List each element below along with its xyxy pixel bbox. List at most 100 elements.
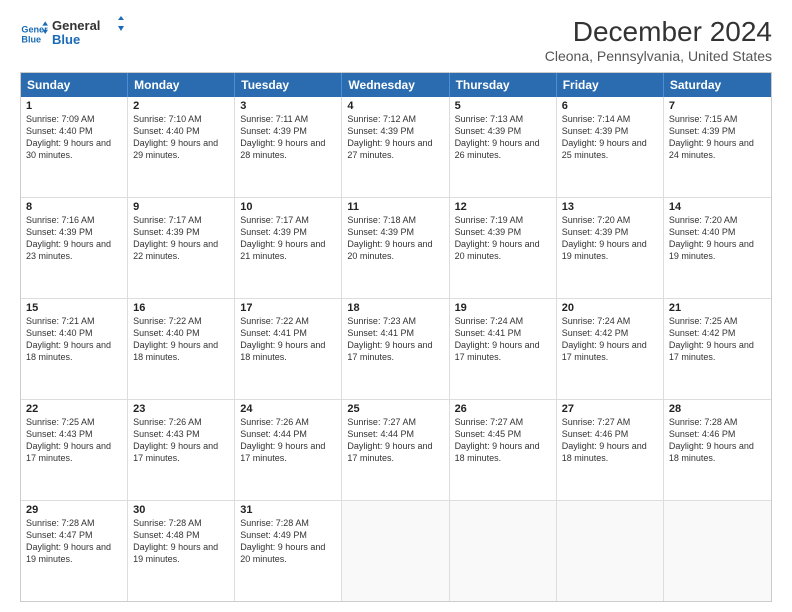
- svg-text:Blue: Blue: [52, 32, 80, 47]
- day-number: 16: [133, 302, 229, 314]
- svg-text:General: General: [21, 24, 48, 34]
- day-info: Sunrise: 7:17 AMSunset: 4:39 PMDaylight:…: [133, 214, 229, 263]
- weekday-header: Tuesday: [235, 73, 342, 97]
- calendar-cell: [342, 501, 449, 601]
- calendar-cell: 13Sunrise: 7:20 AMSunset: 4:39 PMDayligh…: [557, 198, 664, 298]
- day-number: 17: [240, 302, 336, 314]
- day-number: 7: [669, 100, 766, 112]
- weekday-header: Sunday: [21, 73, 128, 97]
- day-info: Sunrise: 7:15 AMSunset: 4:39 PMDaylight:…: [669, 113, 766, 162]
- day-number: 28: [669, 403, 766, 415]
- day-number: 9: [133, 201, 229, 213]
- calendar-cell: [664, 501, 771, 601]
- calendar-cell: 27Sunrise: 7:27 AMSunset: 4:46 PMDayligh…: [557, 400, 664, 500]
- calendar-cell: 25Sunrise: 7:27 AMSunset: 4:44 PMDayligh…: [342, 400, 449, 500]
- calendar-cell: 4Sunrise: 7:12 AMSunset: 4:39 PMDaylight…: [342, 97, 449, 197]
- day-number: 6: [562, 100, 658, 112]
- calendar-cell: 12Sunrise: 7:19 AMSunset: 4:39 PMDayligh…: [450, 198, 557, 298]
- day-info: Sunrise: 7:26 AMSunset: 4:43 PMDaylight:…: [133, 416, 229, 465]
- day-info: Sunrise: 7:11 AMSunset: 4:39 PMDaylight:…: [240, 113, 336, 162]
- day-info: Sunrise: 7:10 AMSunset: 4:40 PMDaylight:…: [133, 113, 229, 162]
- calendar-header: SundayMondayTuesdayWednesdayThursdayFrid…: [21, 73, 771, 97]
- day-info: Sunrise: 7:20 AMSunset: 4:40 PMDaylight:…: [669, 214, 766, 263]
- day-number: 20: [562, 302, 658, 314]
- calendar-cell: 29Sunrise: 7:28 AMSunset: 4:47 PMDayligh…: [21, 501, 128, 601]
- day-info: Sunrise: 7:27 AMSunset: 4:46 PMDaylight:…: [562, 416, 658, 465]
- calendar-cell: 26Sunrise: 7:27 AMSunset: 4:45 PMDayligh…: [450, 400, 557, 500]
- day-number: 26: [455, 403, 551, 415]
- calendar-cell: 21Sunrise: 7:25 AMSunset: 4:42 PMDayligh…: [664, 299, 771, 399]
- calendar-cell: 6Sunrise: 7:14 AMSunset: 4:39 PMDaylight…: [557, 97, 664, 197]
- calendar-cell: 14Sunrise: 7:20 AMSunset: 4:40 PMDayligh…: [664, 198, 771, 298]
- day-number: 3: [240, 100, 336, 112]
- calendar-cell: 16Sunrise: 7:22 AMSunset: 4:40 PMDayligh…: [128, 299, 235, 399]
- day-number: 4: [347, 100, 443, 112]
- calendar-cell: 10Sunrise: 7:17 AMSunset: 4:39 PMDayligh…: [235, 198, 342, 298]
- day-info: Sunrise: 7:28 AMSunset: 4:48 PMDaylight:…: [133, 517, 229, 566]
- weekday-header: Friday: [557, 73, 664, 97]
- page: General Blue General Blue December 2024 …: [0, 0, 792, 612]
- day-number: 2: [133, 100, 229, 112]
- calendar-cell: [557, 501, 664, 601]
- day-info: Sunrise: 7:09 AMSunset: 4:40 PMDaylight:…: [26, 113, 122, 162]
- calendar-cell: 8Sunrise: 7:16 AMSunset: 4:39 PMDaylight…: [21, 198, 128, 298]
- calendar-cell: 30Sunrise: 7:28 AMSunset: 4:48 PMDayligh…: [128, 501, 235, 601]
- calendar-cell: 2Sunrise: 7:10 AMSunset: 4:40 PMDaylight…: [128, 97, 235, 197]
- day-number: 23: [133, 403, 229, 415]
- day-number: 31: [240, 504, 336, 516]
- day-info: Sunrise: 7:25 AMSunset: 4:42 PMDaylight:…: [669, 315, 766, 364]
- calendar-cell: 3Sunrise: 7:11 AMSunset: 4:39 PMDaylight…: [235, 97, 342, 197]
- svg-text:General: General: [52, 18, 100, 33]
- weekday-header: Saturday: [664, 73, 771, 97]
- day-number: 13: [562, 201, 658, 213]
- calendar-row: 1Sunrise: 7:09 AMSunset: 4:40 PMDaylight…: [21, 97, 771, 197]
- weekday-header: Thursday: [450, 73, 557, 97]
- calendar-row: 22Sunrise: 7:25 AMSunset: 4:43 PMDayligh…: [21, 399, 771, 500]
- day-info: Sunrise: 7:17 AMSunset: 4:39 PMDaylight:…: [240, 214, 336, 263]
- calendar-body: 1Sunrise: 7:09 AMSunset: 4:40 PMDaylight…: [21, 97, 771, 601]
- calendar-cell: 1Sunrise: 7:09 AMSunset: 4:40 PMDaylight…: [21, 97, 128, 197]
- logo-text: General Blue: [52, 16, 124, 51]
- calendar-row: 29Sunrise: 7:28 AMSunset: 4:47 PMDayligh…: [21, 500, 771, 601]
- header: General Blue General Blue December 2024 …: [20, 16, 772, 64]
- calendar-cell: 18Sunrise: 7:23 AMSunset: 4:41 PMDayligh…: [342, 299, 449, 399]
- day-info: Sunrise: 7:16 AMSunset: 4:39 PMDaylight:…: [26, 214, 122, 263]
- day-number: 1: [26, 100, 122, 112]
- calendar-row: 15Sunrise: 7:21 AMSunset: 4:40 PMDayligh…: [21, 298, 771, 399]
- calendar-cell: 5Sunrise: 7:13 AMSunset: 4:39 PMDaylight…: [450, 97, 557, 197]
- day-info: Sunrise: 7:28 AMSunset: 4:46 PMDaylight:…: [669, 416, 766, 465]
- day-info: Sunrise: 7:27 AMSunset: 4:44 PMDaylight:…: [347, 416, 443, 465]
- day-number: 22: [26, 403, 122, 415]
- calendar-cell: 31Sunrise: 7:28 AMSunset: 4:49 PMDayligh…: [235, 501, 342, 601]
- day-info: Sunrise: 7:23 AMSunset: 4:41 PMDaylight:…: [347, 315, 443, 364]
- day-info: Sunrise: 7:14 AMSunset: 4:39 PMDaylight:…: [562, 113, 658, 162]
- calendar-cell: 28Sunrise: 7:28 AMSunset: 4:46 PMDayligh…: [664, 400, 771, 500]
- svg-text:Blue: Blue: [21, 34, 41, 44]
- logo: General Blue General Blue: [20, 16, 124, 51]
- day-info: Sunrise: 7:13 AMSunset: 4:39 PMDaylight:…: [455, 113, 551, 162]
- day-number: 25: [347, 403, 443, 415]
- day-number: 30: [133, 504, 229, 516]
- day-info: Sunrise: 7:12 AMSunset: 4:39 PMDaylight:…: [347, 113, 443, 162]
- calendar-cell: 7Sunrise: 7:15 AMSunset: 4:39 PMDaylight…: [664, 97, 771, 197]
- day-info: Sunrise: 7:24 AMSunset: 4:41 PMDaylight:…: [455, 315, 551, 364]
- day-info: Sunrise: 7:20 AMSunset: 4:39 PMDaylight:…: [562, 214, 658, 263]
- day-number: 11: [347, 201, 443, 213]
- day-info: Sunrise: 7:24 AMSunset: 4:42 PMDaylight:…: [562, 315, 658, 364]
- weekday-header: Monday: [128, 73, 235, 97]
- day-info: Sunrise: 7:25 AMSunset: 4:43 PMDaylight:…: [26, 416, 122, 465]
- day-number: 8: [26, 201, 122, 213]
- day-info: Sunrise: 7:27 AMSunset: 4:45 PMDaylight:…: [455, 416, 551, 465]
- calendar-cell: 22Sunrise: 7:25 AMSunset: 4:43 PMDayligh…: [21, 400, 128, 500]
- page-title: December 2024: [545, 16, 772, 48]
- calendar-cell: 15Sunrise: 7:21 AMSunset: 4:40 PMDayligh…: [21, 299, 128, 399]
- day-info: Sunrise: 7:26 AMSunset: 4:44 PMDaylight:…: [240, 416, 336, 465]
- calendar-cell: 19Sunrise: 7:24 AMSunset: 4:41 PMDayligh…: [450, 299, 557, 399]
- day-info: Sunrise: 7:22 AMSunset: 4:40 PMDaylight:…: [133, 315, 229, 364]
- title-block: December 2024 Cleona, Pennsylvania, Unit…: [545, 16, 772, 64]
- calendar-cell: 9Sunrise: 7:17 AMSunset: 4:39 PMDaylight…: [128, 198, 235, 298]
- day-number: 5: [455, 100, 551, 112]
- calendar-cell: 17Sunrise: 7:22 AMSunset: 4:41 PMDayligh…: [235, 299, 342, 399]
- day-info: Sunrise: 7:28 AMSunset: 4:47 PMDaylight:…: [26, 517, 122, 566]
- calendar-cell: 23Sunrise: 7:26 AMSunset: 4:43 PMDayligh…: [128, 400, 235, 500]
